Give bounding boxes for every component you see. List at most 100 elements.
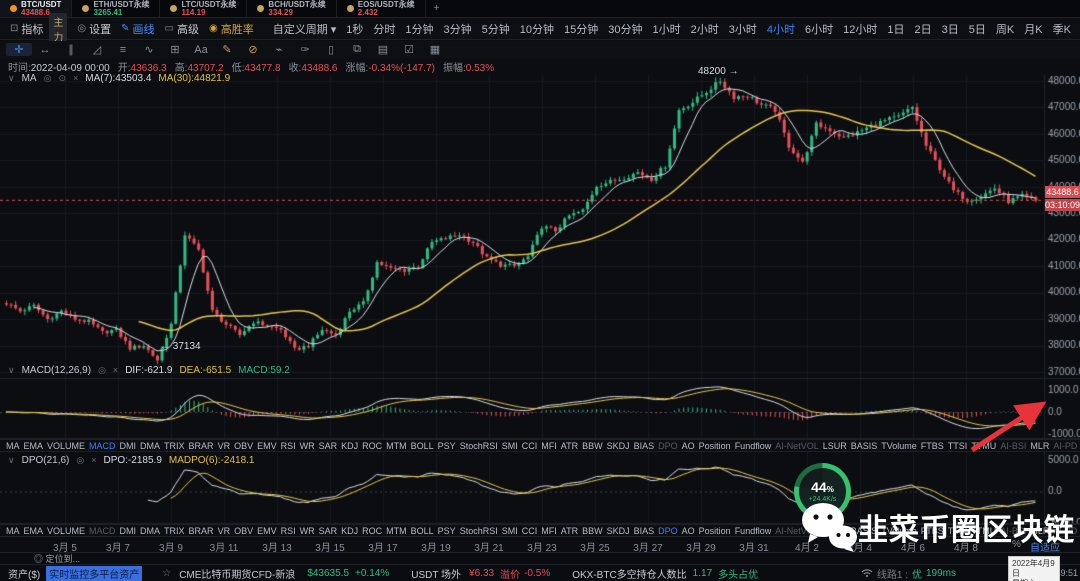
- indicator-tab-lsur[interactable]: LSUR: [823, 441, 847, 451]
- indicator-tab-skdj[interactable]: SKDJ: [607, 441, 630, 451]
- indicator-tab-volume[interactable]: VOLUME: [47, 441, 85, 451]
- timeframe-6小时[interactable]: 6小时: [805, 21, 833, 37]
- indicator-tab-volume[interactable]: VOLUME: [47, 526, 85, 536]
- pair-tab-bch[interactable]: BCH/USDT永续334.29: [247, 0, 336, 17]
- timeframe-1分钟[interactable]: 1分钟: [405, 21, 433, 37]
- draw-tool-15[interactable]: ☑: [396, 43, 422, 56]
- timeframe-3日[interactable]: 3日: [942, 21, 959, 37]
- indicator-tab-psy[interactable]: PSY: [438, 441, 456, 451]
- indicator-tab-wr[interactable]: WR: [300, 526, 315, 536]
- indicator-tab-ttsi[interactable]: TTSI: [948, 441, 968, 451]
- indicator-tab-sar[interactable]: SAR: [319, 526, 338, 536]
- indicator-tab-obv[interactable]: OBV: [234, 441, 253, 451]
- indicator-tab-fundflow[interactable]: Fundflow: [735, 526, 772, 536]
- indicator-tab-trix[interactable]: TRIX: [164, 526, 185, 536]
- indicator-tab-vr[interactable]: VR: [218, 526, 231, 536]
- indicator-tab-kdj[interactable]: KDJ: [341, 526, 358, 536]
- macd-close-icon[interactable]: ×: [113, 365, 118, 375]
- draw-tool-7[interactable]: Aa: [188, 44, 214, 56]
- timeframe-30分钟[interactable]: 30分钟: [608, 21, 642, 37]
- timeframe-自定义周期 ▾[interactable]: 自定义周期 ▾: [273, 21, 337, 37]
- indicator-tab-brar[interactable]: BRAR: [189, 441, 214, 451]
- indicators-button[interactable]: ⊡指标: [10, 21, 43, 37]
- indicator-tab-ai-bsi[interactable]: AI-BSI: [1000, 441, 1026, 451]
- indicator-tab-boll[interactable]: BOLL: [411, 526, 434, 536]
- indicator-tab-dpo[interactable]: DPO: [658, 441, 678, 451]
- timeframe-5日[interactable]: 5日: [969, 21, 986, 37]
- collapse-caret-icon[interactable]: ∨: [8, 365, 15, 376]
- indicator-tab-position[interactable]: Position: [699, 526, 731, 536]
- draw-tool-8[interactable]: ✎: [214, 43, 240, 56]
- draw-tool-12[interactable]: ▯: [318, 43, 344, 56]
- indicator-tab-kdj[interactable]: KDJ: [341, 441, 358, 451]
- indicator-tab-dpo[interactable]: DPO: [658, 526, 678, 536]
- indicator-tab-smi[interactable]: SMI: [502, 526, 518, 536]
- indicator-tab-mtm[interactable]: MTM: [386, 526, 407, 536]
- indicator-tab-ma[interactable]: MA: [6, 441, 20, 451]
- timeframe-1小时[interactable]: 1小时: [653, 21, 681, 37]
- add-pair-button[interactable]: +: [426, 0, 448, 17]
- indicator-tab-ai-netvol[interactable]: AI-NetVOL: [775, 441, 819, 451]
- indicator-tab-bbw[interactable]: BBW: [582, 441, 603, 451]
- indicator-tab-bias[interactable]: BIAS: [634, 526, 655, 536]
- indicator-tab-psy[interactable]: PSY: [438, 526, 456, 536]
- draw-tool-5[interactable]: ∿: [136, 43, 162, 56]
- indicator-tab-mfi[interactable]: MFI: [541, 441, 557, 451]
- usdt-otc-label[interactable]: USDT 场外: [411, 566, 461, 581]
- settings-button[interactable]: ◎设置: [77, 21, 111, 37]
- pair-tab-eos[interactable]: EOS/USDT永续2.432: [337, 0, 426, 17]
- timeframe-4小时[interactable]: 4小时: [767, 21, 795, 37]
- indicator-tab-basis[interactable]: BASIS: [851, 441, 878, 451]
- timeframe-1日[interactable]: 1日: [887, 21, 904, 37]
- dpo-close-icon[interactable]: ×: [91, 455, 96, 465]
- indicator-tab-mfi[interactable]: MFI: [541, 526, 557, 536]
- timeframe-2小时[interactable]: 2小时: [691, 21, 719, 37]
- draw-tool-6[interactable]: ⊞: [162, 43, 188, 56]
- indicator-tab-ftbs[interactable]: FTBS: [921, 441, 944, 451]
- indicator-tab-vr[interactable]: VR: [218, 441, 231, 451]
- main-force-chip[interactable]: 主力: [49, 13, 67, 45]
- draw-tool-11[interactable]: ✑: [292, 43, 318, 56]
- indicator-tab-macd[interactable]: MACD: [89, 526, 116, 536]
- timeframe-1秒[interactable]: 1秒: [346, 21, 363, 37]
- draw-tool-0[interactable]: ✛: [6, 43, 32, 56]
- indicator-tab-bias[interactable]: BIAS: [634, 441, 655, 451]
- indicator-tab-mtm[interactable]: MTM: [386, 441, 407, 451]
- price-chart-canvas[interactable]: [0, 75, 1080, 537]
- indicator-tab-ema[interactable]: EMA: [24, 526, 44, 536]
- indicator-tab-ao[interactable]: AO: [682, 526, 695, 536]
- indicator-tab-smi[interactable]: SMI: [502, 441, 518, 451]
- timeframe-12小时[interactable]: 12小时: [843, 21, 877, 37]
- indicator-tab-ma[interactable]: MA: [6, 526, 20, 536]
- ma-close-icon[interactable]: ×: [73, 73, 78, 83]
- dpo-settings-icon[interactable]: ◎: [76, 455, 84, 466]
- timeframe-10分钟[interactable]: 10分钟: [520, 21, 554, 37]
- indicator-tab-roc[interactable]: ROC: [362, 441, 382, 451]
- indicator-tab-brar[interactable]: BRAR: [189, 526, 214, 536]
- indicator-tab-emv[interactable]: EMV: [257, 526, 277, 536]
- advanced-button[interactable]: ▭高级: [165, 21, 199, 37]
- okx-ratio-label[interactable]: OKX-BTC多空持仓人数比: [572, 566, 686, 581]
- indicator-tab-skdj[interactable]: SKDJ: [607, 526, 630, 536]
- indicator-tab-dma[interactable]: DMA: [140, 441, 160, 451]
- draw-line-button[interactable]: ✎画线: [121, 21, 154, 37]
- indicator-tab-ema[interactable]: EMA: [24, 441, 44, 451]
- timeframe-周K[interactable]: 周K: [996, 21, 1014, 37]
- draw-tool-4[interactable]: ≡: [110, 44, 136, 56]
- indicator-tab-dmi[interactable]: DMI: [120, 526, 137, 536]
- indicator-tab-atr[interactable]: ATR: [561, 526, 578, 536]
- indicator-tab-sar[interactable]: SAR: [319, 441, 338, 451]
- draw-tool-13[interactable]: ⧉: [344, 43, 370, 56]
- draw-tool-1[interactable]: ↔: [32, 44, 58, 56]
- draw-tool-14[interactable]: ▤: [370, 43, 396, 56]
- timeframe-15分钟[interactable]: 15分钟: [564, 21, 598, 37]
- timeframe-3分钟[interactable]: 3分钟: [444, 21, 472, 37]
- ma-eye-icon[interactable]: ⊙: [58, 73, 66, 84]
- indicator-tab-tvolume[interactable]: TVolume: [881, 441, 917, 451]
- indicator-tab-dmi[interactable]: DMI: [120, 441, 137, 451]
- draw-tool-10[interactable]: ⌁: [266, 43, 292, 56]
- indicator-tab-atr[interactable]: ATR: [561, 441, 578, 451]
- indicator-tab-cci[interactable]: CCI: [522, 441, 538, 451]
- indicator-tab-rsi[interactable]: RSI: [281, 526, 296, 536]
- indicator-tab-trix[interactable]: TRIX: [164, 441, 185, 451]
